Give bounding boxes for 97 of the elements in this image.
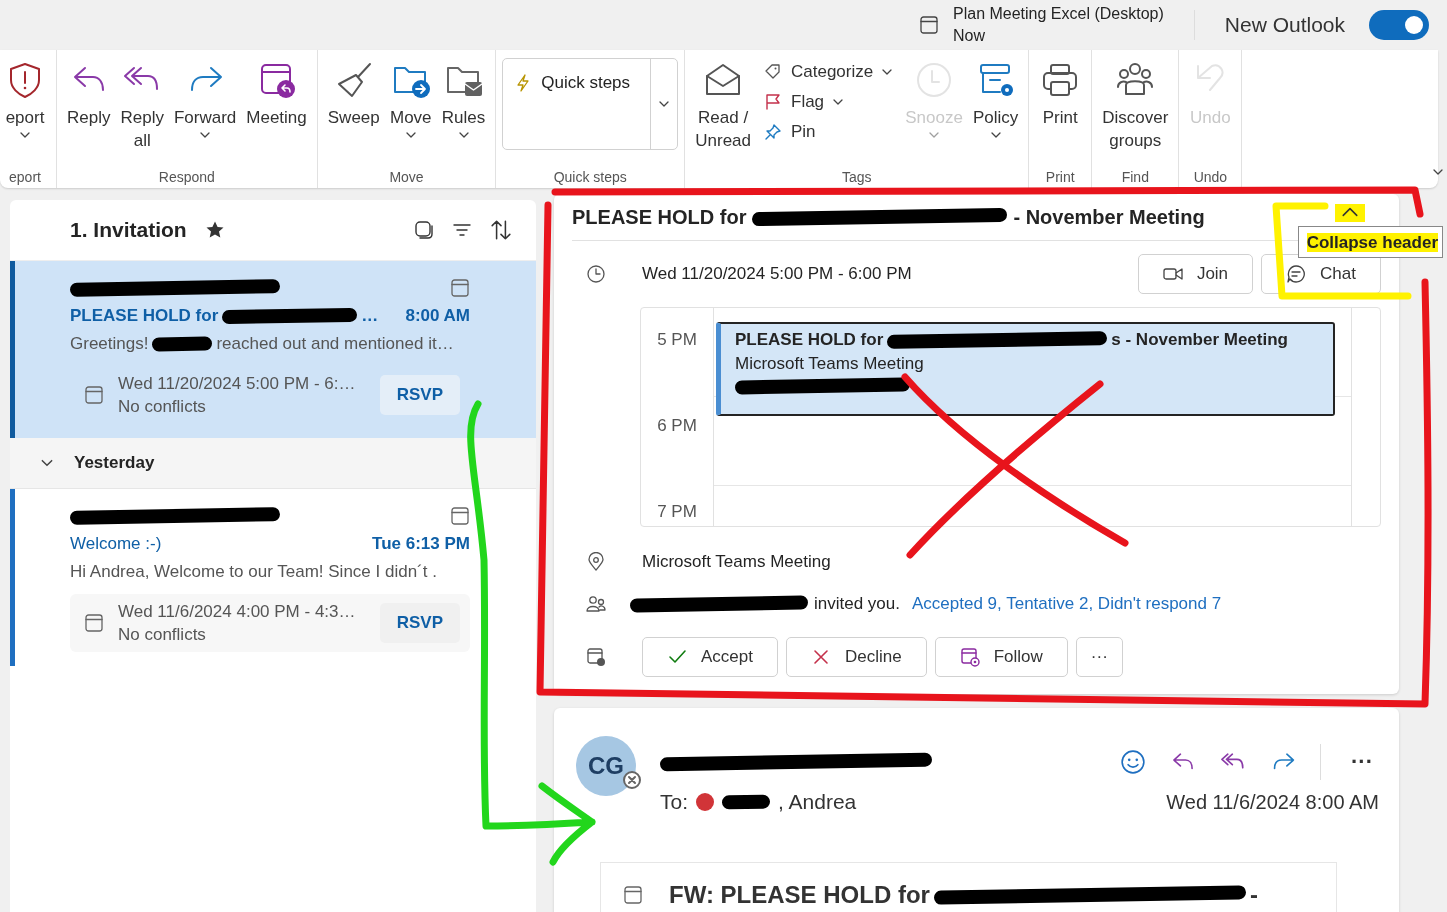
calendar-event[interactable]: PLEASE HOLD for s - November Meeting Microsoft Teams Meeting: [716, 322, 1335, 416]
ribbon-button[interactable]: Rules: [437, 58, 490, 149]
ribbon-group-label: Quick steps: [553, 169, 627, 188]
meeting-time: Wed 11/20/2024 5:00 PM - 6:…: [118, 373, 357, 395]
hour-label: 6 PM: [657, 416, 697, 436]
ribbon-group-label: Move: [389, 169, 424, 188]
reminder-title: Plan Meeting Excel (Desktop): [953, 4, 1164, 24]
ribbon-group-label: Print: [1045, 169, 1075, 188]
ribbon-button[interactable]: Move: [385, 58, 436, 149]
ribbon-button[interactable]: Forward: [169, 58, 241, 149]
ribbon-button[interactable]: Meeting: [242, 58, 311, 131]
hour-label: 7 PM: [657, 502, 697, 522]
conflict-status: No conflicts: [118, 396, 207, 418]
ribbon-button[interactable]: Categorize: [757, 58, 900, 86]
event-location: Microsoft Teams Meeting: [735, 353, 925, 375]
tooltip: Collapse header: [1297, 226, 1443, 258]
ribbon-group-label: Find: [1121, 169, 1149, 188]
ribbon-button[interactable]: Sweep: [323, 58, 384, 131]
chat-bubble-icon: [1286, 264, 1307, 284]
invitation-title: PLEASE HOLD for: [572, 205, 747, 229]
new-outlook-label: New Outlook: [1224, 13, 1345, 37]
join-button[interactable]: Join: [1137, 254, 1254, 294]
rsvp-button[interactable]: RSVP: [379, 603, 460, 643]
ribbon-button[interactable]: Reply: [63, 58, 115, 131]
calendar-icon: [450, 506, 470, 526]
ribbon-button[interactable]: Print: [1035, 58, 1086, 131]
sort-icon: [490, 219, 512, 241]
response-button[interactable]: Decline: [786, 637, 927, 677]
calendar-eye-icon: [959, 647, 980, 667]
attachment-title: FW: PLEASE HOLD for: [669, 881, 930, 909]
collapse-button[interactable]: [1335, 204, 1365, 222]
message-time: Tue 6:13 PM: [372, 533, 470, 554]
message-subject: Welcome :-): [70, 533, 162, 554]
ribbon-group-label: Undo: [1193, 169, 1228, 188]
ribbon-button[interactable]: Policy: [968, 58, 1023, 149]
calendar-icon: [84, 613, 104, 633]
pin-icon: [763, 122, 783, 142]
event-title: PLEASE HOLD for: [735, 329, 884, 351]
star-icon: [204, 220, 225, 240]
people-icon: [586, 594, 606, 614]
select-icon: [414, 220, 434, 240]
calendar-icon: [623, 885, 643, 905]
message-item[interactable]: Welcome :-) Tue 6:13 PM Hi Andrea, Welcome to our Team! Since I didn´t . Wed 11/6/2024 4:00 PM - 4:3… No conflicts RSVP: [10, 489, 536, 666]
hour-label: 5 PM: [657, 330, 697, 350]
group-header[interactable]: Yesterday: [10, 438, 536, 489]
responses-link[interactable]: Accepted 9, Tentative 2, Didn't respond 7: [912, 594, 1222, 614]
calendar-sync-icon: [586, 647, 606, 667]
chevron-up-icon: [1341, 205, 1359, 218]
location-pin-icon: [586, 552, 606, 572]
message-preview: Greetings!: [70, 334, 149, 354]
emoji-icon: [1120, 749, 1146, 775]
attachment-title: -: [1249, 881, 1258, 909]
meeting-time: Wed 11/6/2024 4:00 PM - 4:3…: [118, 601, 357, 623]
response-button[interactable]: Accept: [642, 637, 778, 677]
blocked-status-icon: [622, 770, 642, 790]
calendar-icon: [919, 15, 939, 35]
ribbon-group-label: eport: [9, 169, 41, 188]
message-preview: reached out and mentioned it…: [216, 334, 454, 354]
to-label: To:: [660, 790, 688, 814]
ribbon-button[interactable]: Discover groups: [1098, 58, 1173, 154]
recipient-name: , Andrea: [778, 790, 857, 814]
meeting-location: Microsoft Teams Meeting: [642, 552, 831, 572]
cross-icon: [811, 647, 831, 667]
message-time: 8:00 AM: [405, 305, 470, 326]
presence-dot: [696, 793, 714, 811]
conflict-status: No conflicts: [118, 624, 207, 646]
response-button[interactable]: Follow: [934, 637, 1068, 677]
ribbon-button[interactable]: Reply all: [116, 58, 168, 154]
folder-title: 1. Invitation: [70, 218, 187, 242]
rsvp-button[interactable]: RSVP: [379, 375, 460, 415]
ribbon-button[interactable]: eport: [0, 58, 50, 149]
more-button[interactable]: ···: [1345, 748, 1379, 776]
ribbon-button[interactable]: Read / Unread: [691, 58, 755, 154]
message-item[interactable]: PLEASE HOLD for … 8:00 AM Greetings! reached out and mentioned it… Wed 11/20/2024 5:00 PM - 6:… No conflicts RSVP: [10, 261, 536, 438]
calendar-icon: [450, 278, 470, 298]
reminder-time: Now: [953, 26, 987, 46]
invitation-title: - November Meeting: [1013, 205, 1205, 229]
quick-steps-gallery[interactable]: Quick steps: [502, 58, 679, 150]
message-subject: PLEASE HOLD for: [70, 305, 219, 326]
redaction-mark: [152, 336, 213, 352]
message-date: Wed 11/6/2024 8:00 AM: [1166, 790, 1379, 814]
event-title: s - November Meeting: [1111, 329, 1288, 351]
ribbon-button[interactable]: Pin: [757, 118, 900, 146]
message-subject: …: [361, 305, 379, 326]
calendar-icon: [84, 385, 104, 405]
new-outlook-toggle[interactable]: [1369, 10, 1429, 40]
clock-icon: [586, 264, 606, 284]
invited-text: invited you.: [814, 594, 900, 614]
redaction-mark: [721, 794, 771, 810]
message-preview: Hi Andrea, Welcome to our Team! Since I didn´t .: [70, 562, 437, 582]
response-button[interactable]: ···: [1075, 637, 1123, 677]
ribbon-group-label: Tags: [841, 169, 872, 188]
ribbon-group-label: Respond: [158, 169, 215, 188]
meeting-time: Wed 11/20/2024 5:00 PM - 6:00 PM: [642, 264, 912, 284]
quick-steps-label: Quick steps: [541, 73, 631, 93]
ribbon-button[interactable]: Flag: [757, 88, 900, 116]
flag-icon: [763, 92, 783, 112]
